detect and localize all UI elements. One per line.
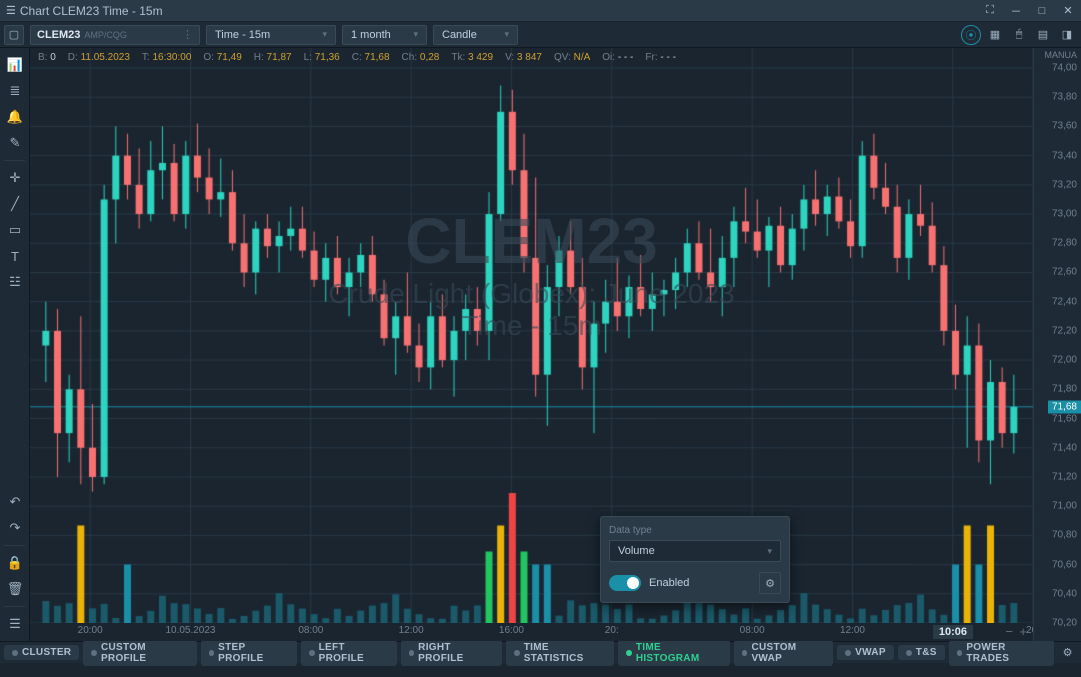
yaxis-tick: 73,80 [1052, 92, 1077, 103]
search-icon[interactable]: ⦿ [961, 25, 981, 45]
toggle-label: Enabled [649, 577, 689, 589]
left-sidebar: 📊 ≣ 🔔 ✎ ✛ ╱ ▭ T ☳ ↶ ↷ 🔒 🗑 ☰ [0, 48, 30, 641]
tab-time-statistics[interactable]: Time Statistics [506, 640, 614, 666]
tab-step-profile[interactable]: Step Profile [201, 640, 297, 666]
popup-label: Data type [609, 525, 781, 536]
maximize-icon[interactable]: □ [1035, 4, 1049, 18]
window-title: Chart CLEM23 Time - 15m [20, 4, 163, 18]
list-icon[interactable]: ☰ [0, 611, 30, 637]
yaxis-tick: 70,20 [1052, 618, 1077, 629]
text-icon[interactable]: T [0, 243, 30, 269]
chart-pane[interactable]: B: 0 D: 11.05.2023 T: 16:30:00 O: 71,49 … [30, 48, 1033, 641]
timeframe-select[interactable]: Time - 15m▾ [206, 25, 336, 45]
yaxis-tick: 71,40 [1052, 442, 1077, 453]
yaxis-tick: 70,40 [1052, 588, 1077, 599]
chevron-down-icon: ▾ [767, 546, 772, 557]
yaxis-tick: 71,00 [1052, 501, 1077, 512]
symbol-input[interactable]: CLEM23 AMP/CQG ⋮ [30, 25, 200, 45]
tabs-settings-icon[interactable]: ⚙ [1058, 643, 1077, 663]
xaxis-tick: 20:00 [78, 625, 103, 636]
symbol-more-icon[interactable]: ⋮ [182, 28, 193, 41]
redo-icon[interactable]: ↷ [0, 515, 30, 541]
indicator-tabs: Cluster Custom ProfileStep ProfileLeft Pr… [0, 641, 1081, 663]
xaxis-tick: 08:00 [740, 625, 765, 636]
xaxis-tick: 10.05.2023 [165, 625, 215, 636]
zoom-out-icon[interactable]: − [1005, 624, 1013, 639]
clock-label: 10:06 [933, 625, 973, 639]
line-icon[interactable]: ╱ [0, 191, 30, 217]
undo-icon[interactable]: ↶ [0, 489, 30, 515]
chartstyle-select[interactable]: Candle▾ [433, 25, 518, 45]
y-axis[interactable]: MANUA 74,00 73,80 73,60 73,40 73,20 73,00 72,8… [1033, 48, 1081, 641]
datatype-popup: Data type Volume▾ Enabled ⚙ [600, 516, 790, 603]
chevron-down-icon: ▾ [413, 29, 418, 40]
chevron-down-icon: ▾ [504, 29, 509, 40]
mouse-icon[interactable]: 🖱 [1009, 25, 1029, 45]
minimize-icon[interactable]: － [1009, 4, 1023, 18]
yaxis-tick: 70,60 [1052, 559, 1077, 570]
x-axis[interactable]: 20:00 10.05.2023 08:00 12:00 16:00 20: 08:00 12… [30, 623, 1033, 641]
yaxis-tick: 71,60 [1052, 413, 1077, 424]
window-titlebar: ☰ Chart CLEM23 Time - 15m ⛶ － □ ✕ [0, 0, 1081, 22]
indicator-icon[interactable]: 📊 [0, 52, 30, 78]
crosshair-icon[interactable]: ✛ [0, 165, 30, 191]
alert-icon[interactable]: 🔔 [0, 104, 30, 130]
xaxis-tick: 12:00 [399, 625, 424, 636]
trash-icon[interactable]: 🗑 [0, 576, 30, 602]
xaxis-tick: 20: [605, 625, 619, 636]
yaxis-tick: 73,20 [1052, 179, 1077, 190]
price-tag: 71,68 [1048, 400, 1081, 413]
xaxis-tick: 12:00 [840, 625, 865, 636]
xaxis-tick: 16:00 [499, 625, 524, 636]
rect-icon[interactable]: ▭ [0, 217, 30, 243]
datatype-select[interactable]: Volume▾ [609, 540, 781, 562]
main-toolbar: ▢ CLEM23 AMP/CQG ⋮ Time - 15m▾ 1 month▾ … [0, 22, 1081, 48]
lock-icon[interactable]: 🔒 [0, 550, 30, 576]
yaxis-tick: 72,20 [1052, 325, 1077, 336]
symbol-source: AMP/CQG [84, 30, 127, 40]
close-icon[interactable]: ✕ [1061, 4, 1075, 18]
tab-custom-vwap[interactable]: Custom VWAP [734, 640, 833, 666]
levels-icon[interactable]: ☳ [0, 269, 30, 295]
tab-left-profile[interactable]: Left Profile [301, 640, 397, 666]
layout-icon[interactable]: ◨ [1057, 25, 1077, 45]
layers-icon[interactable]: ≣ [0, 78, 30, 104]
calendar-icon[interactable]: ▦ [985, 25, 1005, 45]
chart-canvas[interactable] [30, 48, 1033, 623]
xaxis-tick: 08:00 [298, 625, 323, 636]
yaxis-tick: 73,40 [1052, 150, 1077, 161]
yaxis-tick: 72,00 [1052, 355, 1077, 366]
enabled-toggle[interactable] [609, 575, 641, 591]
chevron-down-icon: ▾ [322, 29, 327, 40]
yaxis-tick: 71,80 [1052, 384, 1077, 395]
tab-power-trades[interactable]: Power Trades [949, 640, 1055, 666]
zoom-in-icon[interactable]: + [1019, 624, 1027, 639]
tab-time-histogram[interactable]: Time Histogram [618, 640, 730, 666]
expand-icon[interactable]: ⛶ [983, 4, 997, 18]
ohlc-info-bar: B: 0 D: 11.05.2023 T: 16:30:00 O: 71,49 … [38, 52, 676, 63]
tab-vwap[interactable]: VWAP [837, 645, 894, 660]
yaxis-tick: 71,20 [1052, 471, 1077, 482]
yaxis-tick: 72,80 [1052, 238, 1077, 249]
symbol-name: CLEM23 [37, 29, 80, 41]
tab-t&s[interactable]: T&S [898, 645, 945, 660]
yaxis-tick: 70,80 [1052, 530, 1077, 541]
tab-right-profile[interactable]: Right Profile [401, 640, 503, 666]
yaxis-tick: 72,40 [1052, 296, 1077, 307]
range-select[interactable]: 1 month▾ [342, 25, 427, 45]
yaxis-tick: 73,60 [1052, 121, 1077, 132]
link-icon[interactable]: ▢ [4, 25, 24, 45]
tab-cluster[interactable]: Cluster [4, 645, 79, 660]
yaxis-tick: 73,00 [1052, 209, 1077, 220]
yaxis-tick: 72,60 [1052, 267, 1077, 278]
yaxis-tick: 74,00 [1052, 63, 1077, 74]
edit-icon[interactable]: ✎ [0, 130, 30, 156]
tab-custom-profile[interactable]: Custom Profile [83, 640, 196, 666]
menu-icon[interactable]: ☰ [6, 4, 16, 17]
yaxis-top-label: MANUA [1044, 50, 1077, 60]
templates-icon[interactable]: ▤ [1033, 25, 1053, 45]
popup-settings-icon[interactable]: ⚙ [759, 572, 781, 594]
